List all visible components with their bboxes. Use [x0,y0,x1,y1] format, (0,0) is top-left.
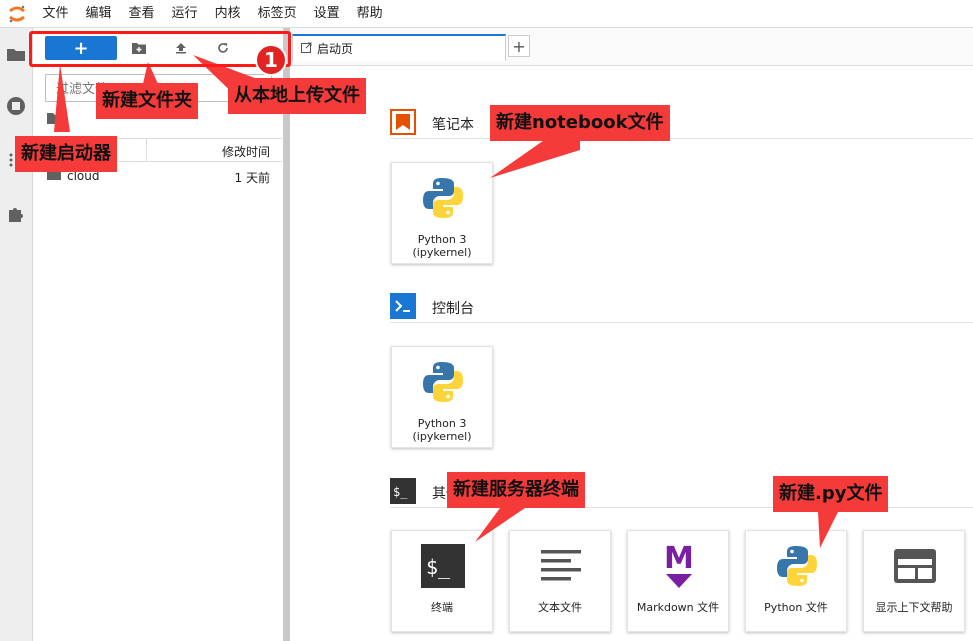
annotation-new-terminal: 新建服务器终端 [447,472,585,508]
menu-edit[interactable]: 编辑 [77,0,120,28]
annotation-new-folder: 新建文件夹 [96,83,198,119]
menubar: 文件 编辑 查看 运行 内核 标签页 设置 帮助 [0,0,973,28]
notebook-icon [390,109,416,135]
file-modified: 1 天前 [234,171,270,185]
console-section-title: 控制台 [432,301,474,317]
annotation-upload: 从本地上传文件 [228,78,366,114]
annotation-new-notebook: 新建notebook文件 [490,105,670,141]
terminal-icon: $_ [418,541,468,591]
activity-bar [0,28,33,641]
jupyter-logo-icon [0,0,34,28]
notebook-section-title: 笔记本 [432,117,474,133]
add-tab-button[interactable]: + [508,35,530,57]
menu-run[interactable]: 运行 [163,0,206,28]
card-label: Markdown 文件 [636,601,720,614]
notebook-section-header: 笔记本 [390,109,973,139]
running-sessions-icon[interactable] [6,96,26,116]
contextual-help-icon [890,541,940,591]
tab-label: 启动页 [317,42,354,56]
svg-text:$_: $_ [393,485,408,499]
card-label: 显示上下文帮助 [875,601,953,614]
card-label: Python 3 (ipykernel) [412,417,472,443]
card-label: Python 3 (ipykernel) [412,233,472,259]
text-file-icon [536,541,586,591]
python-logo-icon [772,541,822,591]
svg-text:$_: $_ [426,555,451,579]
card-label: 终端 [431,601,453,614]
launcher-tab-icon [301,42,312,56]
step-badge: 1 [255,44,287,76]
python-logo-icon [418,357,468,407]
menu-kernel[interactable]: 内核 [206,0,249,28]
toolbar-highlight-box [29,31,291,67]
home-folder-icon[interactable] [47,112,63,124]
python-logo-icon [418,173,468,223]
contextual-help-card[interactable]: 显示上下文帮助 [863,530,965,632]
tab-launcher[interactable]: 启动页 [292,34,506,61]
folder-icon[interactable] [6,44,26,64]
tab-bar: 启动页 + [290,28,973,66]
console-section-header: 控制台 [390,293,973,323]
python-file-card[interactable]: Python 文件 [745,530,847,632]
annotation-new-launcher: 新建启动器 [15,136,117,172]
column-modified[interactable]: 修改时间 [222,143,270,160]
menu-file[interactable]: 文件 [34,0,77,28]
extension-manager-icon[interactable] [6,203,26,223]
terminal-card[interactable]: $_ 终端 [391,530,493,632]
markdown-file-card[interactable]: M Markdown 文件 [627,530,729,632]
menu-tabs[interactable]: 标签页 [249,0,305,28]
menu-view[interactable]: 查看 [120,0,163,28]
card-label: 文本文件 [538,601,582,614]
menu-settings[interactable]: 设置 [305,0,348,28]
notebook-python3-card[interactable]: Python 3 (ipykernel) [391,162,493,264]
svg-text:M: M [664,542,694,576]
console-icon [390,293,416,319]
text-file-card[interactable]: 文本文件 [509,530,611,632]
terminal-section-icon: $_ [390,478,416,504]
launcher-panel: 笔记本 Python 3 (ipykernel) 控制台 Python 3 (i… [290,67,973,641]
file-browser: + 名称 修改时间 cloud 1 天前 [33,28,284,641]
column-divider[interactable] [146,139,147,161]
card-label: Python 文件 [764,601,828,614]
annotation-new-py: 新建.py文件 [773,476,889,512]
markdown-icon: M [654,541,704,591]
menu-help[interactable]: 帮助 [348,0,391,28]
console-python3-card[interactable]: Python 3 (ipykernel) [391,346,493,448]
